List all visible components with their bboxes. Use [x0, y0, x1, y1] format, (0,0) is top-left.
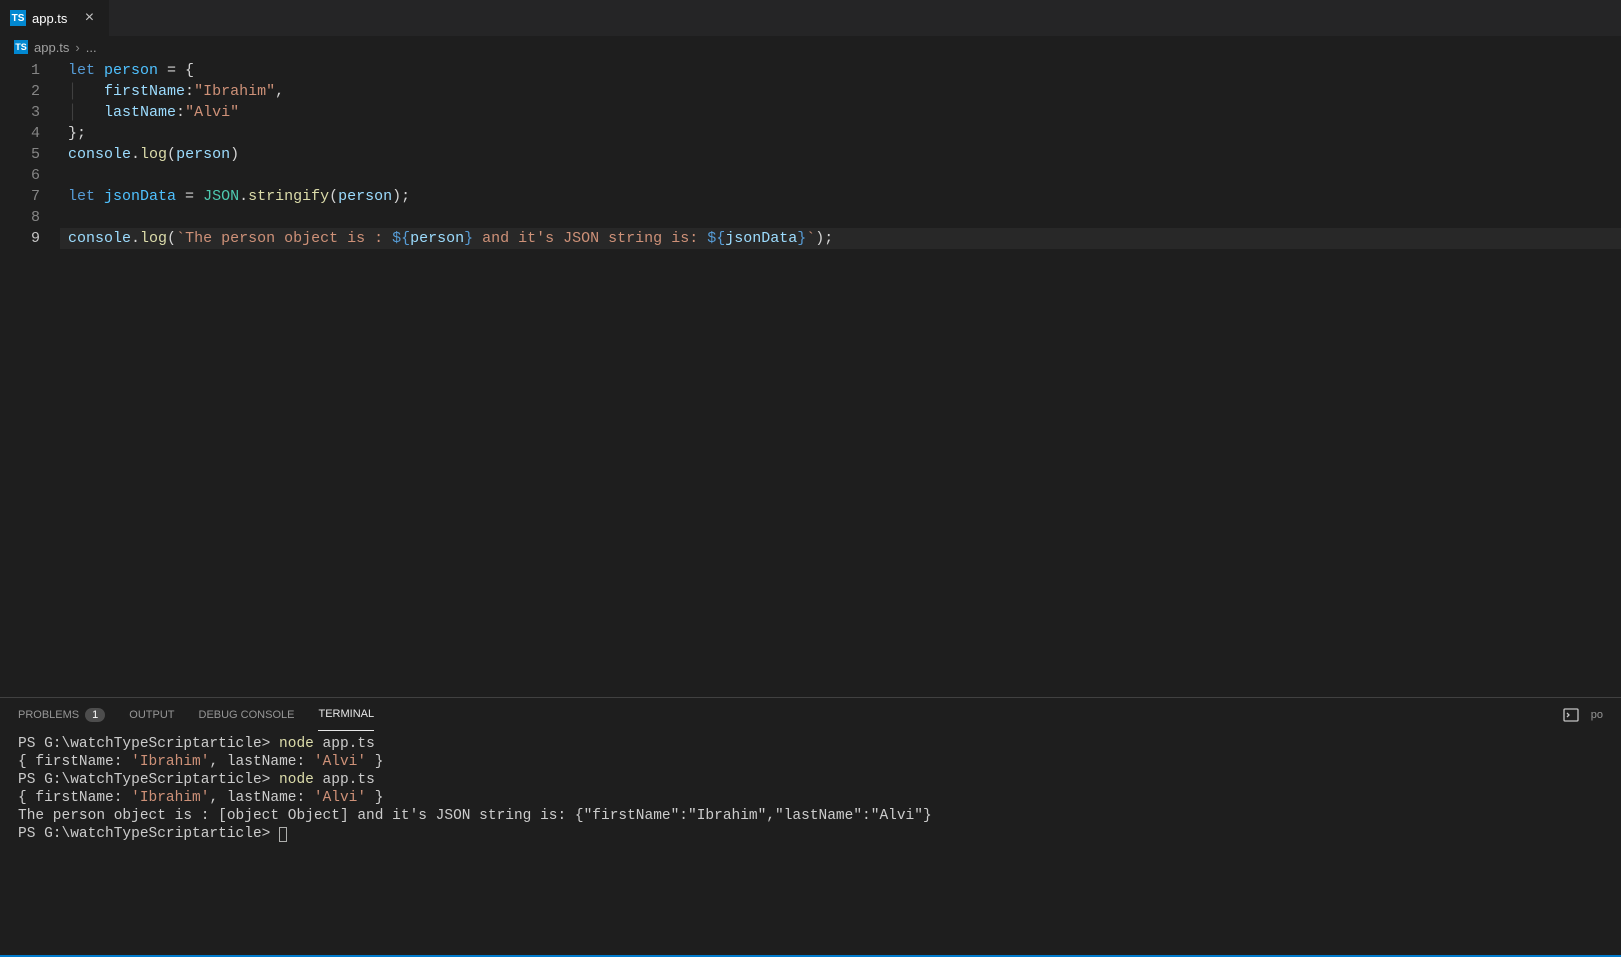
- breadcrumb-more: ...: [86, 40, 97, 55]
- terminal-line: { firstName: 'Ibrahim', lastName: 'Alvi'…: [18, 753, 1603, 771]
- line-number: 9: [0, 228, 40, 249]
- terminal-line: { firstName: 'Ibrahim', lastName: 'Alvi'…: [18, 789, 1603, 807]
- tab-label: app.ts: [32, 11, 67, 26]
- line-gutter: 1 2 3 4 5 6 7 8 9: [0, 60, 60, 697]
- terminal-line: PS G:\watchTypeScriptarticle> node app.t…: [18, 771, 1603, 789]
- panel-actions: po: [1563, 707, 1603, 723]
- code-line[interactable]: };: [60, 123, 1621, 144]
- line-number: 4: [0, 123, 40, 144]
- code-line[interactable]: let jsonData = JSON.stringify(person);: [60, 186, 1621, 207]
- code-line[interactable]: │ firstName:"Ibrahim",: [60, 81, 1621, 102]
- code-content[interactable]: let person = { │ firstName:"Ibrahim", │ …: [60, 60, 1621, 697]
- code-line[interactable]: [60, 165, 1621, 186]
- line-number: 2: [0, 81, 40, 102]
- terminal-line: PS G:\watchTypeScriptarticle> node app.t…: [18, 735, 1603, 753]
- problems-badge: 1: [85, 708, 105, 722]
- cursor: [279, 827, 287, 842]
- terminal-line: The person object is : [object Object] a…: [18, 807, 1603, 825]
- code-line[interactable]: console.log(`The person object is : ${pe…: [60, 228, 1621, 249]
- line-number: 7: [0, 186, 40, 207]
- line-number: 5: [0, 144, 40, 165]
- close-icon[interactable]: ×: [81, 9, 97, 27]
- tab-output[interactable]: OUTPUT: [129, 698, 174, 731]
- tab-label: PROBLEMS: [18, 709, 79, 721]
- typescript-icon: TS: [14, 40, 28, 54]
- line-number: 3: [0, 102, 40, 123]
- tab-debug-console[interactable]: DEBUG CONSOLE: [199, 698, 295, 731]
- tab-problems[interactable]: PROBLEMS 1: [18, 698, 105, 731]
- tab-terminal[interactable]: TERMINAL: [318, 698, 374, 731]
- line-number: 1: [0, 60, 40, 81]
- chevron-right-icon: ›: [75, 40, 79, 55]
- terminal-line: PS G:\watchTypeScriptarticle>: [18, 825, 1603, 843]
- code-line[interactable]: [60, 207, 1621, 228]
- terminal-icon[interactable]: [1563, 707, 1579, 723]
- panel-tab-bar: PROBLEMS 1 OUTPUT DEBUG CONSOLE TERMINAL…: [0, 698, 1621, 731]
- code-editor[interactable]: 1 2 3 4 5 6 7 8 9 let person = { │ first…: [0, 58, 1621, 697]
- breadcrumb[interactable]: TS app.ts › ...: [0, 36, 1621, 58]
- bottom-panel: PROBLEMS 1 OUTPUT DEBUG CONSOLE TERMINAL…: [0, 697, 1621, 955]
- breadcrumb-file: app.ts: [34, 40, 69, 55]
- line-number: 6: [0, 165, 40, 186]
- line-number: 8: [0, 207, 40, 228]
- code-line[interactable]: let person = {: [60, 60, 1621, 81]
- code-line[interactable]: │ lastName:"Alvi": [60, 102, 1621, 123]
- tab-app-ts[interactable]: TS app.ts ×: [0, 0, 110, 36]
- editor-tab-bar: TS app.ts ×: [0, 0, 1621, 36]
- typescript-icon: TS: [10, 10, 26, 26]
- terminal[interactable]: PS G:\watchTypeScriptarticle> node app.t…: [0, 731, 1621, 955]
- terminal-shell-label: po: [1591, 709, 1603, 721]
- code-line[interactable]: console.log(person): [60, 144, 1621, 165]
